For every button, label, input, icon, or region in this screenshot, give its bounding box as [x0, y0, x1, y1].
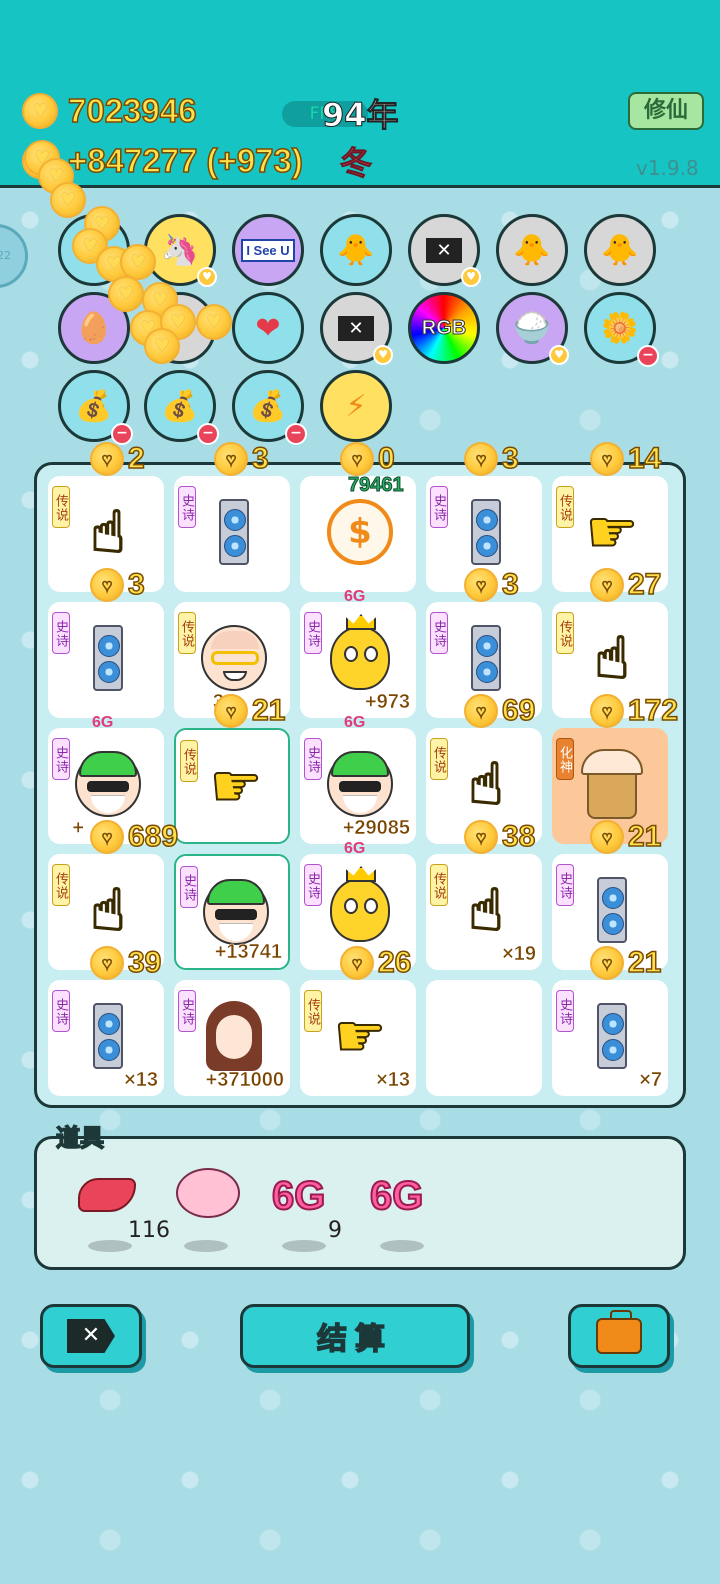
chick-egg-icon[interactable]: 🐥: [320, 214, 392, 286]
money-bag-icon[interactable]: 💰 −: [58, 370, 133, 445]
delete-tag-icon: ✕: [67, 1319, 115, 1353]
dollar-coin-icon: $: [327, 499, 393, 565]
6g-tag: 6G: [344, 714, 366, 731]
column-coin-1: 2: [90, 441, 145, 476]
liver-item[interactable]: 116: [78, 1168, 170, 1258]
bald-man-icon: [201, 625, 267, 691]
chick-egg-icon[interactable]: 🐥: [584, 214, 656, 286]
cell-coin-label: 27: [590, 567, 662, 602]
board-cell[interactable]: 传说 ☝ ×19: [426, 854, 542, 970]
top-header: 7023946 +847277 (+973) FPS 94年 冬 修仙 v1.9…: [0, 0, 720, 188]
board-cell-selected[interactable]: 传说 ☛: [174, 728, 290, 844]
board-cell[interactable]: 史诗: [174, 476, 290, 592]
cell-coin-label: 21: [590, 945, 662, 980]
pointing-hand-icon: ☛: [585, 497, 639, 567]
board-cell[interactable]: 史诗: [48, 602, 164, 718]
column-coin-2: 3: [214, 441, 269, 476]
delete-tag-icon[interactable]: ✕ ♥: [320, 292, 393, 365]
cell-coin-label: 21: [590, 819, 662, 854]
6g-item[interactable]: 6G: [369, 1168, 454, 1258]
chick-egg-icon[interactable]: 🐥: [496, 214, 568, 286]
cultivate-button[interactable]: 修仙: [628, 92, 704, 130]
crowned-chick-icon: [330, 614, 390, 690]
crowned-chick-icon: [330, 866, 390, 942]
pointing-hand-icon: ☝: [89, 497, 126, 567]
cell-coin-label: 69: [464, 693, 536, 728]
piggy-bank-item[interactable]: [174, 1168, 258, 1258]
flower-pot-icon[interactable]: 🌼 −: [584, 292, 659, 367]
lightning-icon[interactable]: ⚡: [320, 370, 392, 442]
piggy-bank-icon: [176, 1168, 240, 1218]
season-label: 冬: [339, 144, 373, 183]
6g-tag: 6G: [344, 840, 366, 857]
board-cell[interactable]: 史诗 ×7: [552, 980, 668, 1096]
braided-girl-icon: [206, 1001, 262, 1071]
settle-button[interactable]: 结算: [240, 1304, 470, 1368]
rice-bowl-icon[interactable]: 🍚 ♥: [496, 292, 569, 365]
pointing-hand-icon: ☛: [209, 751, 263, 821]
board-cell[interactable]: 史诗 ×13: [48, 980, 164, 1096]
cell-coin-label: 21: [214, 693, 286, 728]
column-coin-3: 0: [340, 441, 395, 476]
6g-quantity: 9: [328, 1218, 342, 1243]
pointing-hand-icon: ☛: [333, 1001, 387, 1071]
items-title: 道具: [55, 1123, 105, 1153]
money-bag-icon[interactable]: 💰 −: [232, 370, 307, 445]
green-hat-man-icon: [203, 879, 269, 945]
graphics-card-icon: [597, 877, 627, 943]
board-cell-empty[interactable]: [426, 980, 542, 1096]
graphics-card-icon: [219, 499, 249, 565]
pointing-hand-icon: ☝: [467, 875, 504, 945]
i-see-u-icon[interactable]: I See U: [232, 214, 304, 286]
cell-coin-label: 39: [90, 945, 162, 980]
graphics-card-icon: [93, 1003, 123, 1069]
board-cell[interactable]: 史诗 +371000: [174, 980, 290, 1096]
6g-item[interactable]: 6G 9: [271, 1168, 356, 1258]
6g-tag: 6G: [92, 714, 114, 731]
pointing-hand-icon: ☝: [593, 623, 630, 693]
column-coin-5: 14: [590, 441, 662, 476]
graphics-card-icon: [471, 625, 501, 691]
delete-button[interactable]: ✕: [40, 1304, 142, 1368]
heart-fan-icon[interactable]: ❤: [232, 292, 304, 364]
unicorn-icon[interactable]: 🦄 ♥: [144, 214, 217, 287]
cell-coin-label: 172: [590, 693, 679, 728]
cell-coin-label: 38: [464, 819, 536, 854]
liver-icon: [78, 1178, 136, 1212]
delete-tag-icon[interactable]: ✕ ♥: [408, 214, 481, 287]
money-display: 7023946: [22, 91, 197, 130]
cell-coin-label: 3: [464, 567, 519, 602]
cell-coin-label: 689: [90, 819, 179, 854]
cell-coin-label: 3: [90, 567, 145, 602]
income-amount: +847277 (+973): [67, 141, 303, 180]
inventory-button[interactable]: [568, 1304, 670, 1368]
board-cell[interactable]: 史诗 6G +973: [300, 588, 416, 718]
green-hat-man-icon: [327, 751, 393, 817]
board-cell[interactable]: 传说 ☛ ×13: [300, 980, 416, 1096]
rgb-icon[interactable]: RGB: [408, 292, 480, 364]
green-hat-man-icon: [75, 751, 141, 817]
pointing-hand-icon: ☝: [89, 875, 126, 945]
6g-icon: 6G: [271, 1173, 326, 1219]
version-label: v1.9.8: [636, 156, 699, 180]
graphics-card-icon: [471, 499, 501, 565]
graphics-card-icon: [597, 1003, 627, 1069]
year-label: 94年: [322, 96, 400, 135]
graphics-card-icon: [93, 625, 123, 691]
cell-coin-label: 26: [340, 945, 412, 980]
bubble-tea-cup-icon: [581, 749, 643, 819]
money-bag-icon[interactable]: 💰 −: [144, 370, 219, 445]
6g-icon: 6G: [369, 1173, 424, 1219]
column-coin-4: 3: [464, 441, 519, 476]
6g-tag: 6G: [344, 588, 366, 605]
board-cell-selected[interactable]: 史诗 +13741: [174, 854, 290, 970]
board-cell[interactable]: 史诗 6G +29085: [300, 714, 416, 844]
pointing-hand-icon: ☝: [467, 749, 504, 819]
coin-emblem-value: 79461: [348, 474, 405, 497]
coin-icon: [22, 93, 58, 129]
briefcase-icon: [596, 1310, 642, 1354]
liver-quantity: 116: [128, 1218, 170, 1243]
money-amount: 7023946: [67, 91, 197, 130]
